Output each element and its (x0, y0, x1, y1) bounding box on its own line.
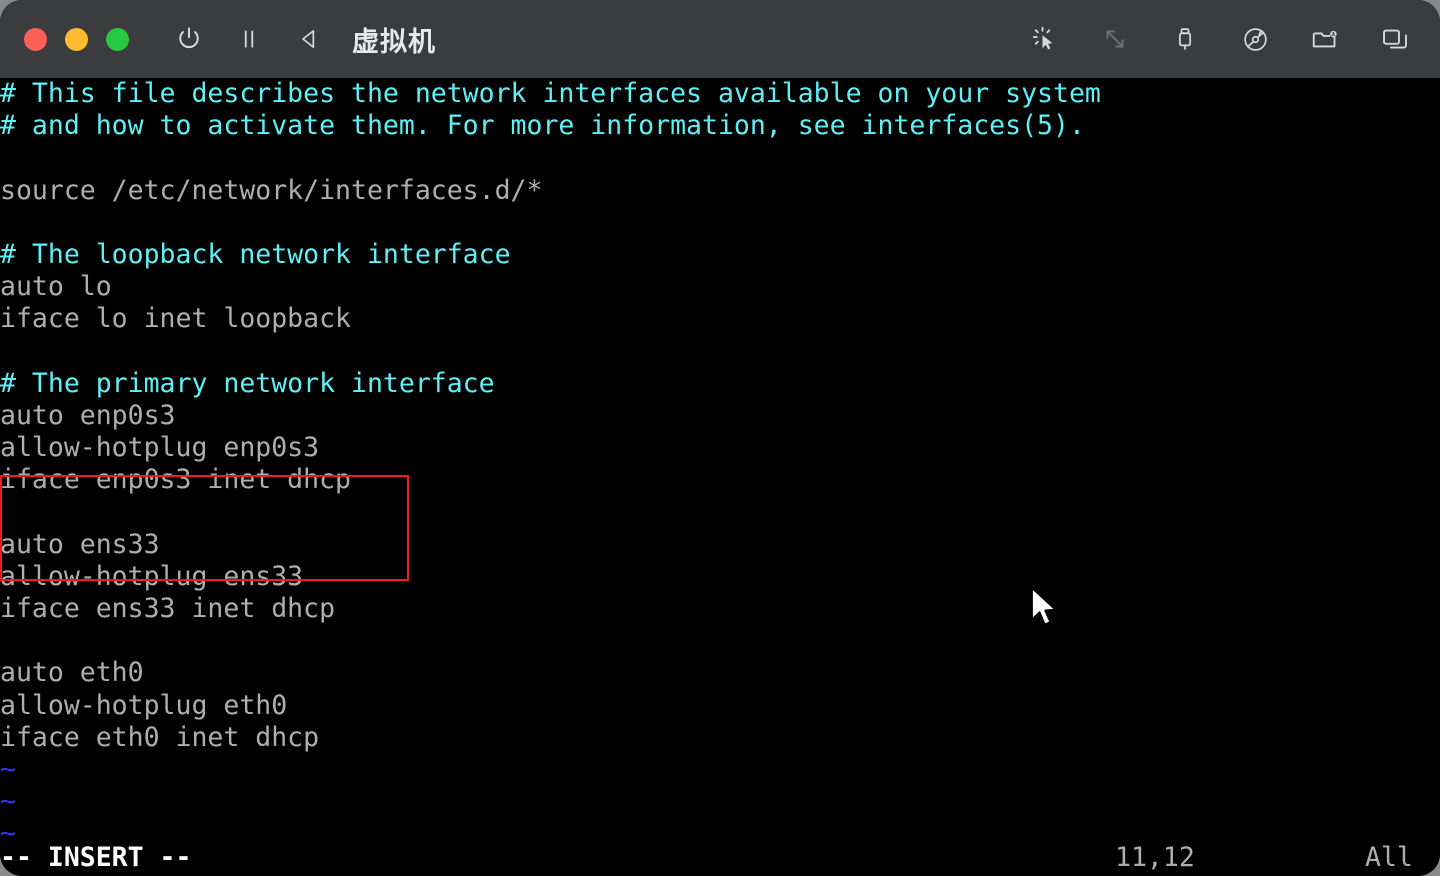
buffer-line: # This file describes the network interf… (0, 78, 1101, 109)
minimize-button[interactable] (65, 27, 88, 51)
buffer-line: # The loopback network interface (0, 238, 511, 270)
buffer-line: # and how to activate them. For more inf… (0, 110, 1085, 142)
scroll-position-indicator: All (1365, 842, 1413, 873)
buffer-line: iface eth0 inet dhcp (0, 721, 320, 753)
buffer-line: allow-hotplug eth0 (0, 689, 288, 721)
window-title: 虚拟机 (352, 26, 436, 58)
buffer-line (0, 496, 1440, 528)
pause-icon[interactable] (234, 24, 264, 54)
buffer-line: source /etc/network/interfaces.d/* (0, 174, 543, 206)
buffer-line: iface enp0s3 inet dhcp (0, 464, 351, 496)
resize-diagonal-icon[interactable] (1100, 24, 1130, 54)
window-titlebar: 虚拟机 (0, 0, 1440, 78)
vim-mode-indicator: -- INSERT -- (0, 842, 192, 873)
vm-device-group (1030, 24, 1410, 54)
usb-icon[interactable] (1170, 24, 1200, 54)
buffer-line (0, 142, 1440, 174)
buffer-line: ~ (0, 753, 16, 785)
buffer-line (0, 207, 1440, 239)
buffer-line: # The primary network interface (0, 367, 495, 399)
windows-stack-icon[interactable] (1380, 24, 1410, 54)
power-icon[interactable] (174, 24, 204, 54)
buffer-line: allow-hotplug ens33 (0, 560, 304, 592)
buffer-line (0, 336, 1440, 368)
disc-icon[interactable] (1240, 24, 1270, 54)
close-button[interactable] (24, 27, 47, 51)
vm-window: 虚拟机 # This file describes the network in… (0, 0, 1440, 876)
terminal-screen[interactable]: # This file describes the network interf… (0, 78, 1440, 876)
shared-folder-icon[interactable] (1310, 24, 1340, 54)
buffer-line: iface ens33 inet dhcp (0, 593, 336, 624)
buffer-line: iface lo inet loopback (0, 303, 351, 335)
buffer-line: auto ens33 (0, 528, 160, 560)
buffer-line: allow-hotplug enp0s3 (0, 432, 320, 464)
vm-control-group (174, 24, 324, 54)
buffer-line (0, 625, 1440, 657)
back-icon[interactable] (294, 24, 324, 54)
buffer-line: auto enp0s3 (0, 399, 176, 431)
buffer-line: auto eth0 (0, 657, 144, 689)
traffic-light-group (24, 27, 129, 51)
buffer-line: auto lo (0, 271, 112, 303)
cursor-click-icon[interactable] (1030, 24, 1060, 54)
buffer-line: ~ (0, 786, 16, 818)
maximize-button[interactable] (106, 27, 129, 51)
vim-status-line: -- INSERT -- 11,12 All (0, 842, 1440, 874)
vim-buffer[interactable]: # This file describes the network interf… (0, 78, 1440, 851)
cursor-position-indicator: 11,12 (1115, 842, 1195, 873)
